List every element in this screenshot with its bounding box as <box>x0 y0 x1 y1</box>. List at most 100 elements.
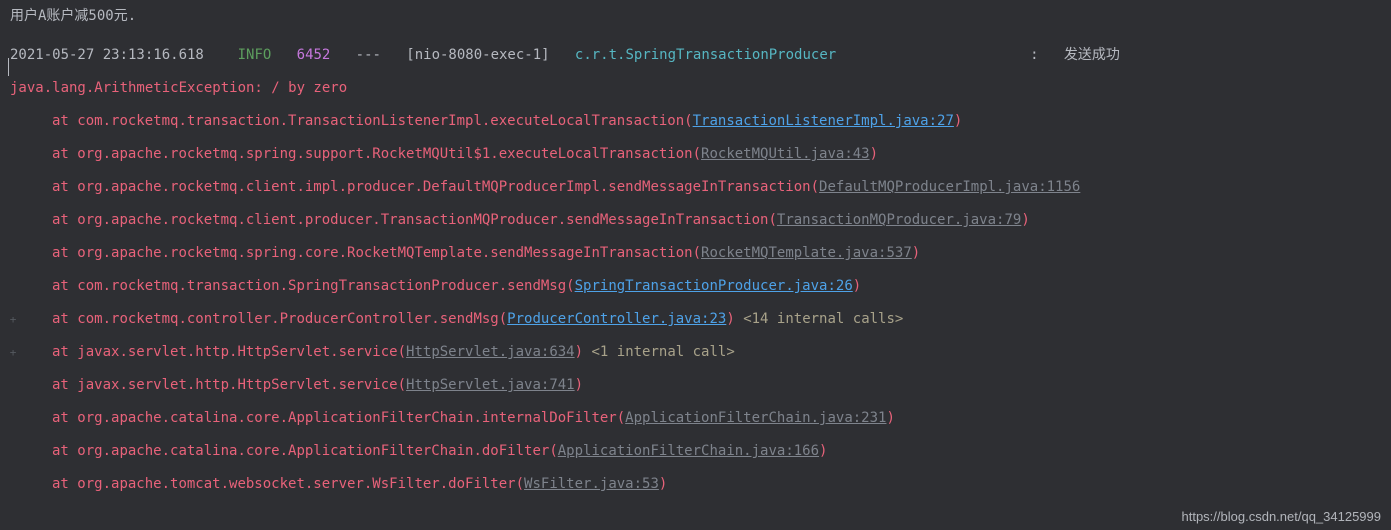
text-caret <box>8 58 9 76</box>
stack-source-link[interactable]: ApplicationFilterChain.java:166 <box>558 443 819 459</box>
stack-source-link[interactable]: WsFilter.java:53 <box>524 476 659 492</box>
exception-line: java.lang.ArithmeticException: / by zero <box>10 72 1381 105</box>
log-line-user-message: 用户A账户减500元. <box>10 0 1381 33</box>
paren-open: ( <box>811 179 819 195</box>
stack-frame: at org.apache.catalina.core.ApplicationF… <box>10 435 1381 468</box>
stack-call: javax.servlet.http.HttpServlet.service <box>77 344 397 360</box>
paren-close: ) <box>870 146 878 162</box>
stack-source-link[interactable]: SpringTransactionProducer.java:26 <box>575 278 853 294</box>
stack-frame: at org.apache.rocketmq.spring.core.Rocke… <box>10 237 1381 270</box>
paren-close: ) <box>575 377 583 393</box>
stack-at: at <box>52 476 77 492</box>
stack-call: org.apache.catalina.core.ApplicationFilt… <box>77 410 616 426</box>
console-output[interactable]: 用户A账户减500元. 2021-05-27 23:13:16.618 INFO… <box>0 0 1391 530</box>
stack-at: at <box>52 245 77 261</box>
log-line-info: 2021-05-27 23:13:16.618 INFO 6452 --- [n… <box>10 39 1381 72</box>
stack-call: com.rocketmq.controller.ProducerControll… <box>77 311 498 327</box>
stack-call: org.apache.rocketmq.client.producer.Tran… <box>77 212 768 228</box>
paren-close: ) <box>819 443 827 459</box>
stack-frame: at org.apache.tomcat.websocket.server.Ws… <box>10 468 1381 501</box>
stack-frame: at org.apache.catalina.core.ApplicationF… <box>10 402 1381 435</box>
stack-source-link[interactable]: RocketMQUtil.java:43 <box>701 146 870 162</box>
paren-open: ( <box>684 113 692 129</box>
indent <box>10 435 52 468</box>
stack-call: org.apache.rocketmq.spring.support.Rocke… <box>77 146 692 162</box>
exception-text: java.lang.ArithmeticException: / by zero <box>10 80 347 96</box>
paren-open: ( <box>693 245 701 261</box>
stack-call: org.apache.tomcat.websocket.server.WsFil… <box>77 476 515 492</box>
paren-close: ) <box>659 476 667 492</box>
indent <box>10 369 52 402</box>
stack-call: com.rocketmq.transaction.SpringTransacti… <box>77 278 566 294</box>
stack-source-link[interactable]: HttpServlet.java:634 <box>406 344 575 360</box>
indent <box>10 105 52 138</box>
stack-at: at <box>52 410 77 426</box>
paren-close: ) <box>1021 212 1029 228</box>
indent <box>10 402 52 435</box>
stack-internal-calls: <14 internal calls> <box>735 311 904 327</box>
log-level: INFO <box>238 47 272 63</box>
stack-frame: at com.rocketmq.transaction.TransactionL… <box>10 105 1381 138</box>
stack-at: at <box>52 443 77 459</box>
log-colon: : <box>1030 47 1038 63</box>
stack-at: at <box>52 278 77 294</box>
paren-open: ( <box>516 476 524 492</box>
stack-at: at <box>52 212 77 228</box>
stack-frame: at com.rocketmq.transaction.SpringTransa… <box>10 270 1381 303</box>
stack-frame: at org.apache.rocketmq.client.producer.T… <box>10 204 1381 237</box>
stack-source-link[interactable]: HttpServlet.java:741 <box>406 377 575 393</box>
stack-at: at <box>52 113 77 129</box>
indent <box>10 237 52 270</box>
indent <box>10 171 52 204</box>
indent <box>10 138 52 171</box>
log-pid: 6452 <box>297 47 331 63</box>
fold-expand-icon[interactable]: + <box>8 336 18 369</box>
stack-call: org.apache.rocketmq.spring.core.RocketMQ… <box>77 245 692 261</box>
indent <box>10 270 52 303</box>
paren-open: ( <box>398 377 406 393</box>
stack-call: com.rocketmq.transaction.TransactionList… <box>77 113 684 129</box>
stack-source-link[interactable]: TransactionMQProducer.java:79 <box>777 212 1021 228</box>
stack-source-link[interactable]: TransactionListenerImpl.java:27 <box>693 113 954 129</box>
stack-at: at <box>52 377 77 393</box>
log-timestamp: 2021-05-27 23:13:16.618 <box>10 47 204 63</box>
stack-trace: at com.rocketmq.transaction.TransactionL… <box>10 105 1381 501</box>
stack-frame: + at com.rocketmq.controller.ProducerCon… <box>10 303 1381 336</box>
stack-source-link[interactable]: RocketMQTemplate.java:537 <box>701 245 912 261</box>
stack-frame: at org.apache.rocketmq.spring.support.Ro… <box>10 138 1381 171</box>
paren-close: ) <box>886 410 894 426</box>
log-thread: [nio-8080-exec-1] <box>406 47 549 63</box>
paren-open: ( <box>768 212 776 228</box>
stack-frame: at javax.servlet.http.HttpServlet.servic… <box>10 369 1381 402</box>
paren-open: ( <box>549 443 557 459</box>
paren-close: ) <box>726 311 734 327</box>
paren-open: ( <box>398 344 406 360</box>
paren-close: ) <box>912 245 920 261</box>
stack-call: org.apache.rocketmq.client.impl.producer… <box>77 179 810 195</box>
user-message-text: 用户A账户减500元. <box>10 8 136 24</box>
log-dash: --- <box>356 47 381 63</box>
fold-expand-icon[interactable]: + <box>8 303 18 336</box>
indent <box>10 468 52 501</box>
paren-close: ) <box>853 278 861 294</box>
stack-at: at <box>52 311 77 327</box>
paren-open: ( <box>617 410 625 426</box>
log-message: 发送成功 <box>1064 47 1120 63</box>
log-logger: c.r.t.SpringTransactionProducer <box>575 47 836 63</box>
stack-frame: at org.apache.rocketmq.client.impl.produ… <box>10 171 1381 204</box>
paren-close: ) <box>575 344 583 360</box>
stack-at: at <box>52 146 77 162</box>
stack-call: javax.servlet.http.HttpServlet.service <box>77 377 397 393</box>
stack-at: at <box>52 179 77 195</box>
paren-open: ( <box>566 278 574 294</box>
stack-source-link[interactable]: ProducerController.java:23 <box>507 311 726 327</box>
stack-call: org.apache.catalina.core.ApplicationFilt… <box>77 443 549 459</box>
stack-internal-calls: <1 internal call> <box>583 344 735 360</box>
paren-close: ) <box>954 113 962 129</box>
stack-frame: + at javax.servlet.http.HttpServlet.serv… <box>10 336 1381 369</box>
stack-source-link[interactable]: ApplicationFilterChain.java:231 <box>625 410 886 426</box>
stack-source-link[interactable]: DefaultMQProducerImpl.java:1156 <box>819 179 1080 195</box>
indent <box>10 204 52 237</box>
paren-open: ( <box>693 146 701 162</box>
watermark-text: https://blog.csdn.net/qq_34125999 <box>1182 510 1382 524</box>
